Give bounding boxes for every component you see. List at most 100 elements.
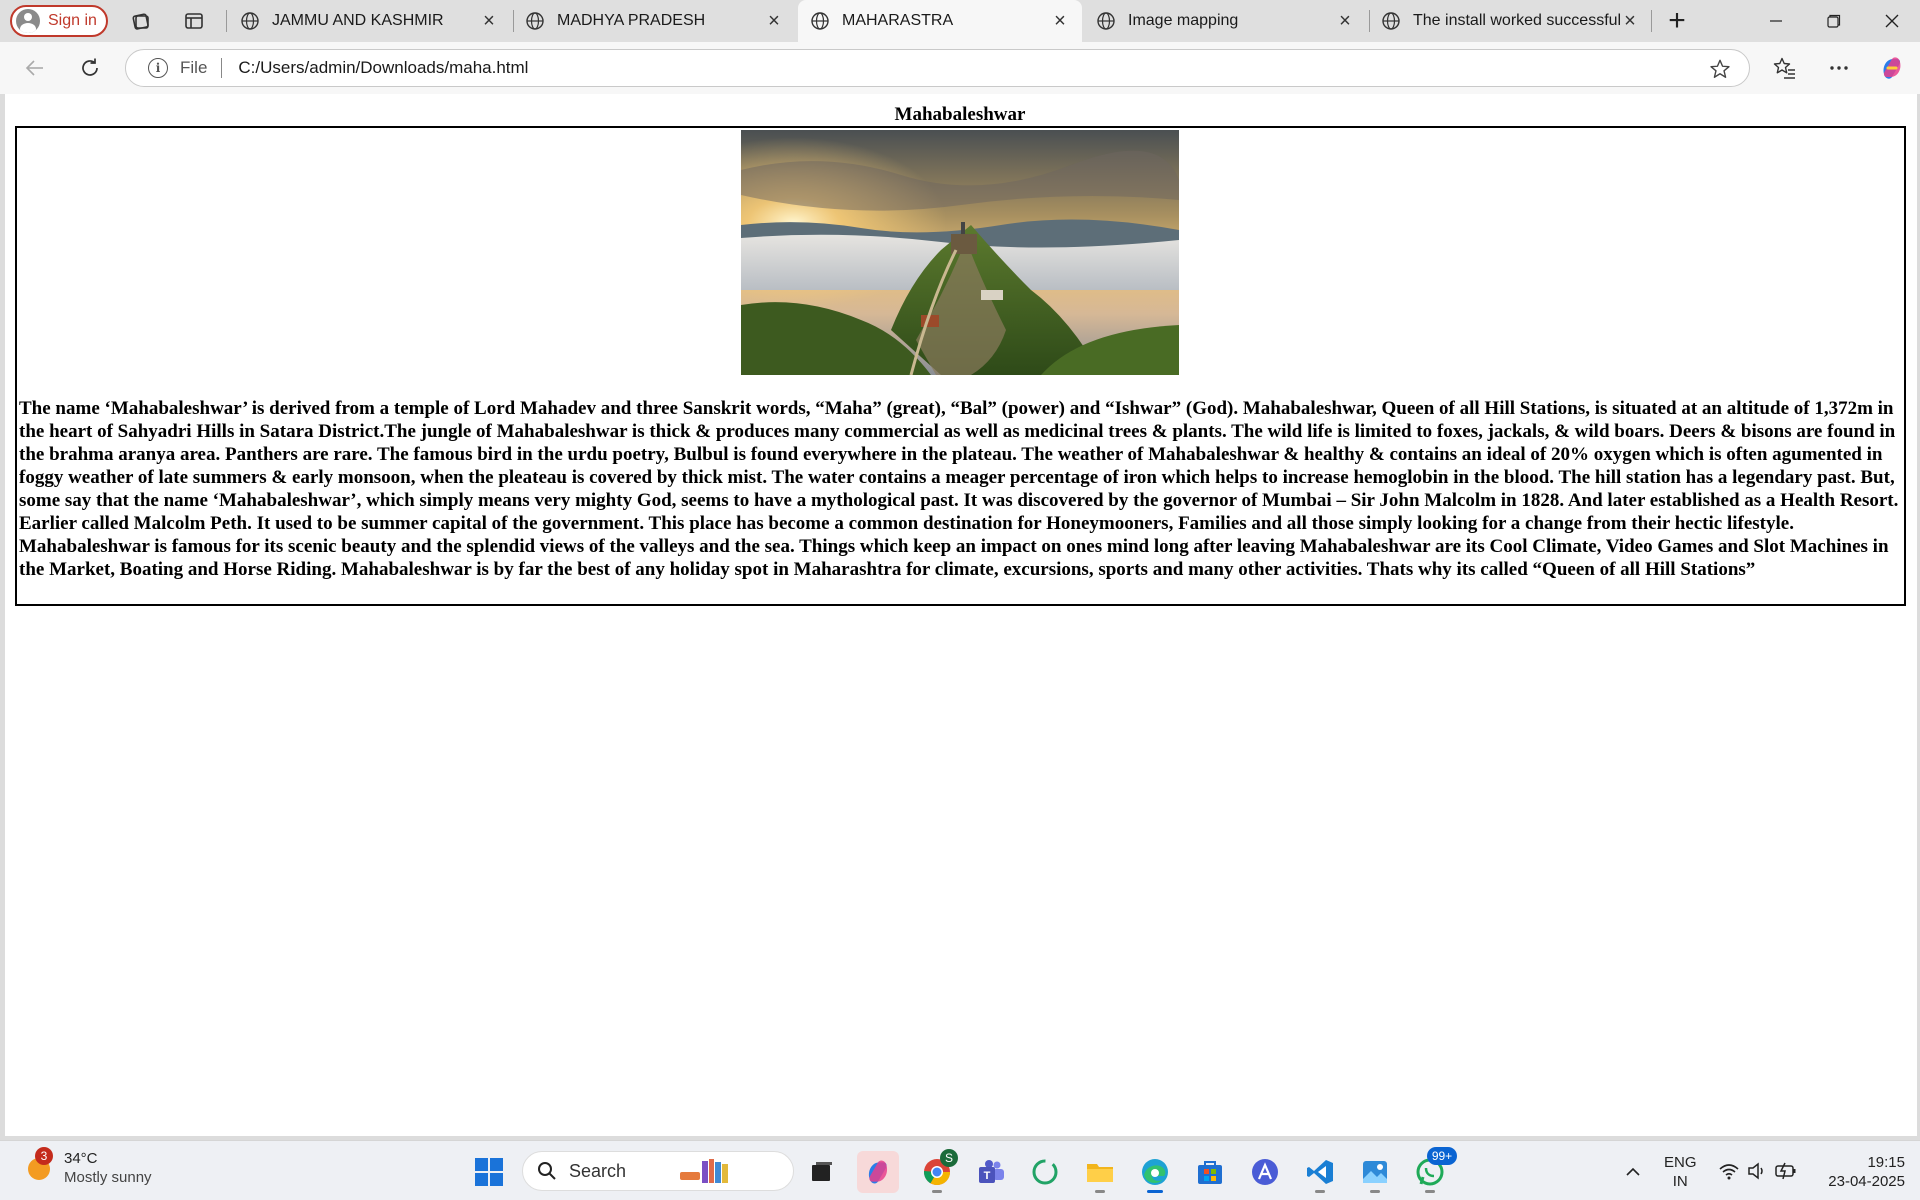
tab-madhya-pradesh[interactable]: MADHYA PRADESH × [513,0,796,42]
edge-icon [1142,1159,1168,1185]
taskbar-edge[interactable] [1134,1151,1176,1193]
volume-icon [1748,1162,1763,1180]
weather-description: Mostly sunny [64,1169,152,1186]
tab-strip: Sign in JAMMU AND KASHMIR × MADHYA PRADE… [0,0,1920,42]
page-viewport: Mahabaleshwar The name ‘Mahabaleshwar’ i… [5,94,1917,1136]
restore-button[interactable] [1805,0,1863,42]
taskbar-sync-app[interactable] [1024,1151,1066,1193]
close-icon[interactable]: × [1050,10,1070,32]
language-indicator[interactable]: ENG IN [1664,1153,1697,1191]
close-icon[interactable]: × [1335,10,1355,32]
refresh-icon [82,58,98,76]
region-code: IN [1672,1173,1688,1190]
navigation-bar: i File C:/Users/admin/Downloads/maha.htm… [0,42,1920,94]
favorites-button[interactable] [1769,52,1801,84]
taskbar-app-a[interactable] [1244,1151,1286,1193]
page-title: Mahabaleshwar [894,104,1026,125]
close-icon[interactable]: × [479,10,499,32]
app-a-icon [1252,1159,1278,1185]
refresh-button[interactable] [74,52,106,84]
weather-widget[interactable]: 3 34°C Mostly sunny [24,1147,152,1187]
running-indicator [932,1190,942,1193]
info-icon[interactable]: i [148,58,168,78]
running-indicator [1370,1190,1380,1193]
taskbar-task-view[interactable] [801,1151,843,1193]
show-hidden-icons-button[interactable] [1612,1151,1654,1193]
copilot-button[interactable] [1876,52,1908,84]
tab-maharastra[interactable]: MAHARASTRA × [798,0,1082,42]
content-table: The name ‘Mahabaleshwar’ is derived from… [15,126,1906,606]
taskbar-vscode[interactable] [1299,1151,1341,1193]
clock[interactable]: 19:15 23-04-2025 [1810,1153,1905,1191]
folder-icon [1087,1164,1113,1182]
wifi-icon [1719,1164,1739,1180]
weather-badge: 3 [35,1147,53,1165]
back-button[interactable] [19,52,51,84]
copilot-icon [868,1160,888,1184]
close-icon[interactable]: × [1620,10,1640,32]
signin-button[interactable]: Sign in [10,5,108,37]
mahabaleshwar-photo [741,130,1179,375]
tab-title: MAHARASTRA [842,12,954,29]
language-code: ENG [1664,1154,1697,1171]
taskbar: 3 34°C Mostly sunny Search S T 99+ ENG I… [0,1140,1920,1200]
address-separator [221,58,223,78]
more-icon [1830,66,1848,70]
taskbar-chrome[interactable]: S [916,1149,958,1193]
books-icon [680,1159,729,1183]
vscode-icon [1307,1160,1333,1184]
close-icon[interactable]: × [764,10,784,32]
tab-title: The install worked successfully! [1413,12,1620,29]
running-indicator [1425,1190,1435,1193]
description-paragraph: The name ‘Mahabaleshwar’ is derived from… [19,398,1899,580]
start-button[interactable] [468,1151,510,1193]
chrome-profile-badge: S [940,1149,958,1167]
globe-icon [526,12,544,30]
taskbar-photos[interactable] [1354,1151,1396,1193]
taskbar-search[interactable]: Search [522,1151,794,1191]
close-window-button[interactable] [1863,0,1920,42]
running-indicator [1095,1190,1105,1193]
whatsapp-badge: 99+ [1427,1147,1457,1165]
new-tab-button[interactable]: + [1662,4,1692,37]
tab-image-mapping[interactable]: Image mapping × [1084,0,1367,42]
copilot-icon [1883,57,1901,79]
back-arrow-icon [25,60,43,76]
globe-icon [241,12,259,30]
tab-jammu-kashmir[interactable]: JAMMU AND KASHMIR × [228,0,511,42]
taskbar-teams[interactable]: T [970,1151,1012,1193]
address-bar[interactable]: i File C:/Users/admin/Downloads/maha.htm… [125,49,1750,87]
clock-date: 23-04-2025 [1828,1173,1905,1190]
search-label: Search [569,1160,627,1181]
tab-install-worked[interactable]: The install worked successfully! × [1369,0,1652,42]
clock-time: 19:15 [1867,1154,1905,1171]
globe-icon [1097,12,1115,30]
battery-icon [1775,1162,1796,1180]
avatar [16,9,40,33]
taskbar-file-explorer[interactable] [1079,1151,1121,1193]
tab-title: MADHYA PRADESH [557,12,706,29]
system-tray[interactable] [1718,1141,1798,1200]
url-scheme: File [180,58,208,77]
taskbar-copilot[interactable] [857,1151,899,1193]
minimize-button[interactable] [1747,0,1805,42]
globe-icon [811,12,829,30]
globe-icon [1382,12,1400,30]
taskbar-store[interactable] [1189,1151,1231,1193]
taskbar-whatsapp[interactable]: 99+ [1409,1147,1457,1193]
tab-separator [226,10,227,32]
settings-more-button[interactable] [1823,52,1855,84]
chevron-up-icon [1626,1167,1640,1176]
favorites-list-icon [1773,57,1795,79]
workspaces-icon[interactable] [129,9,153,33]
store-icon [1198,1161,1222,1184]
weather-temperature: 34°C [64,1150,98,1167]
svg-text:T: T [984,1170,991,1182]
windows-icon [475,1158,503,1186]
tab-title: Image mapping [1128,12,1239,29]
tab-separator [1651,10,1652,32]
favorite-star-icon[interactable] [1709,58,1731,85]
photos-icon [1363,1161,1387,1183]
url-text[interactable]: C:/Users/admin/Downloads/maha.html [238,58,528,78]
tab-actions-icon[interactable] [182,9,206,33]
